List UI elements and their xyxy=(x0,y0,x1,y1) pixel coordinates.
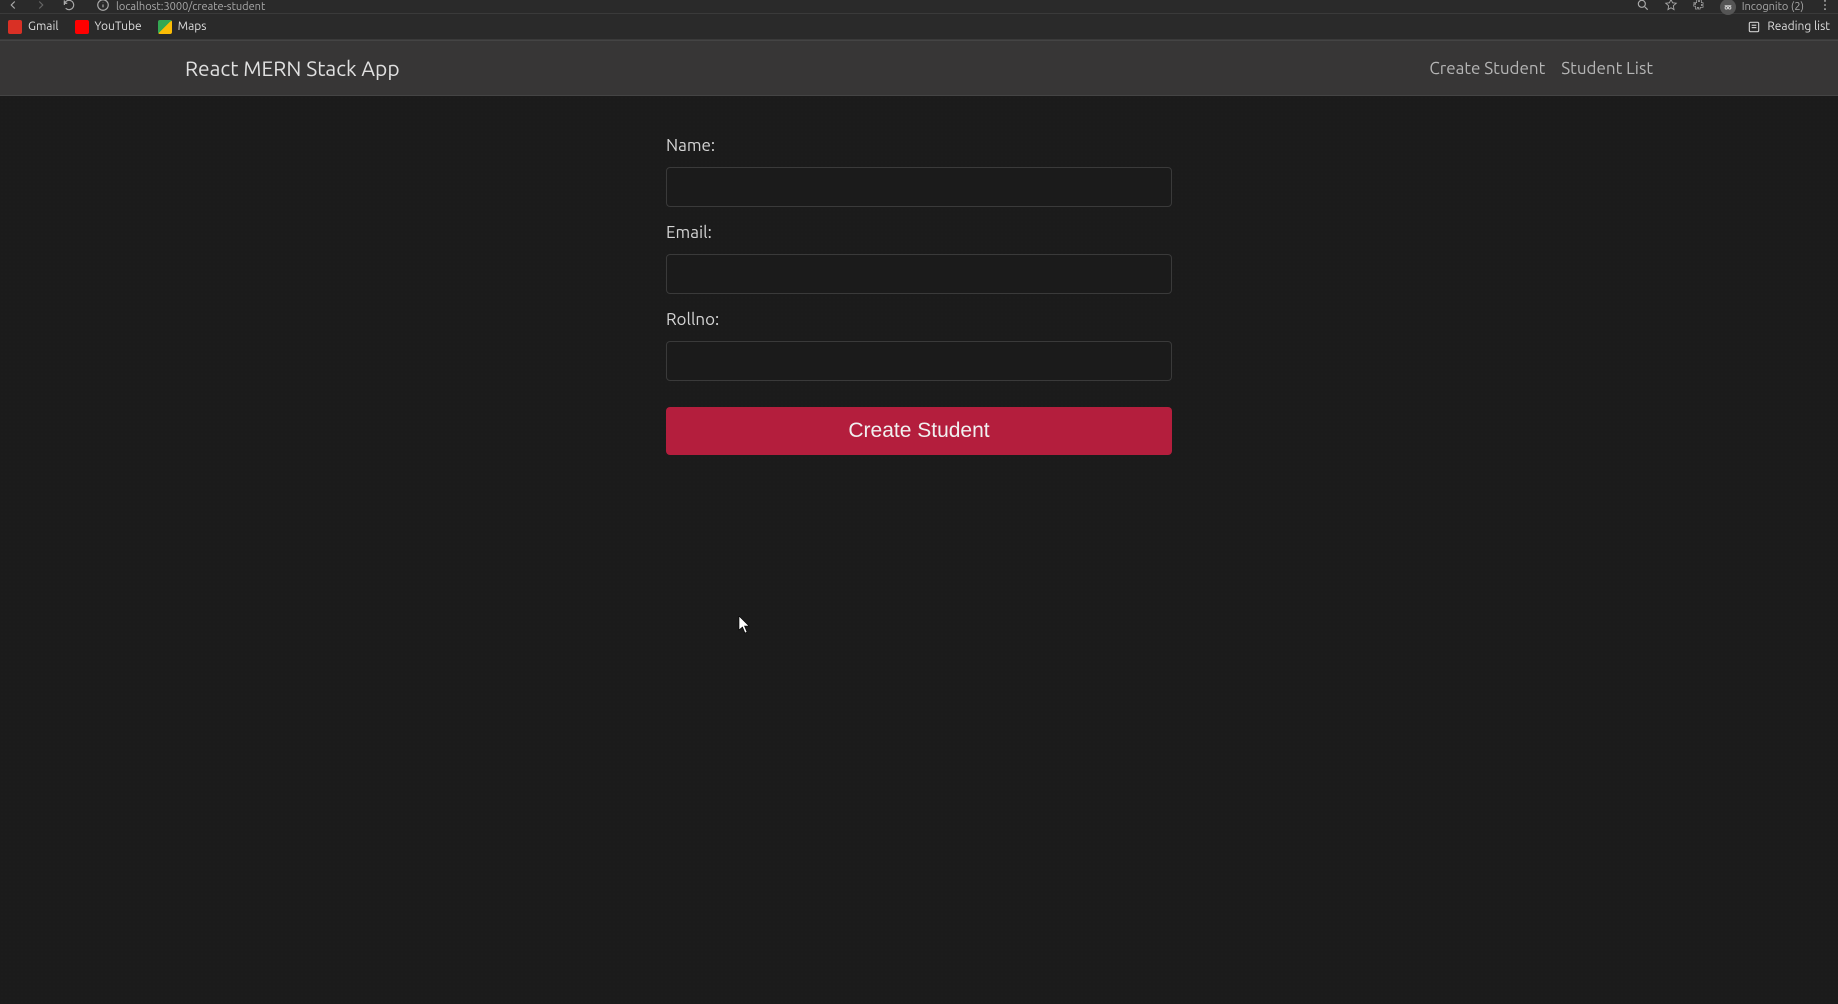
cursor-icon xyxy=(738,616,752,638)
incognito-icon xyxy=(1720,0,1736,15)
zoom-icon[interactable] xyxy=(1636,0,1650,15)
bookmark-label: Gmail xyxy=(28,20,59,33)
name-input[interactable] xyxy=(666,167,1172,207)
maps-icon xyxy=(158,20,172,34)
menu-icon[interactable] xyxy=(1818,0,1832,15)
nav-link-student-list[interactable]: Student List xyxy=(1561,59,1653,78)
gmail-icon xyxy=(8,20,22,34)
rollno-label: Rollno: xyxy=(666,310,1172,329)
reading-list-icon xyxy=(1747,20,1761,34)
name-label: Name: xyxy=(666,136,1172,155)
nav-link-create-student[interactable]: Create Student xyxy=(1429,59,1545,78)
reload-icon[interactable] xyxy=(62,0,76,15)
bookmarks-bar: Gmail YouTube Maps Reading list xyxy=(0,14,1838,40)
bookmark-maps[interactable]: Maps xyxy=(158,20,207,34)
brand-title[interactable]: React MERN Stack App xyxy=(185,56,400,80)
create-student-button[interactable]: Create Student xyxy=(666,407,1172,455)
address-bar-url[interactable]: localhost:3000/create-student xyxy=(116,1,265,13)
site-info-icon[interactable] xyxy=(96,0,110,15)
bookmark-youtube[interactable]: YouTube xyxy=(75,20,142,34)
incognito-label: Incognito (2) xyxy=(1742,1,1804,13)
incognito-badge[interactable]: Incognito (2) xyxy=(1720,0,1804,15)
app-navbar: React MERN Stack App Create Student Stud… xyxy=(0,40,1838,96)
reading-list[interactable]: Reading list xyxy=(1747,20,1830,34)
browser-toolbar: localhost:3000/create-student Incognito … xyxy=(0,0,1838,14)
bookmark-gmail[interactable]: Gmail xyxy=(8,20,59,34)
bookmark-label: YouTube xyxy=(95,20,142,33)
email-input[interactable] xyxy=(666,254,1172,294)
page-content: Name: Email: Rollno: Create Student xyxy=(0,96,1838,1004)
rollno-input[interactable] xyxy=(666,341,1172,381)
youtube-icon xyxy=(75,20,89,34)
email-label: Email: xyxy=(666,223,1172,242)
extensions-icon[interactable] xyxy=(1692,0,1706,15)
star-icon[interactable] xyxy=(1664,0,1678,15)
reading-list-label: Reading list xyxy=(1767,20,1830,33)
back-icon[interactable] xyxy=(6,0,20,15)
forward-icon[interactable] xyxy=(34,0,48,15)
bookmark-label: Maps xyxy=(178,20,207,33)
create-student-form: Name: Email: Rollno: Create Student xyxy=(666,136,1172,455)
